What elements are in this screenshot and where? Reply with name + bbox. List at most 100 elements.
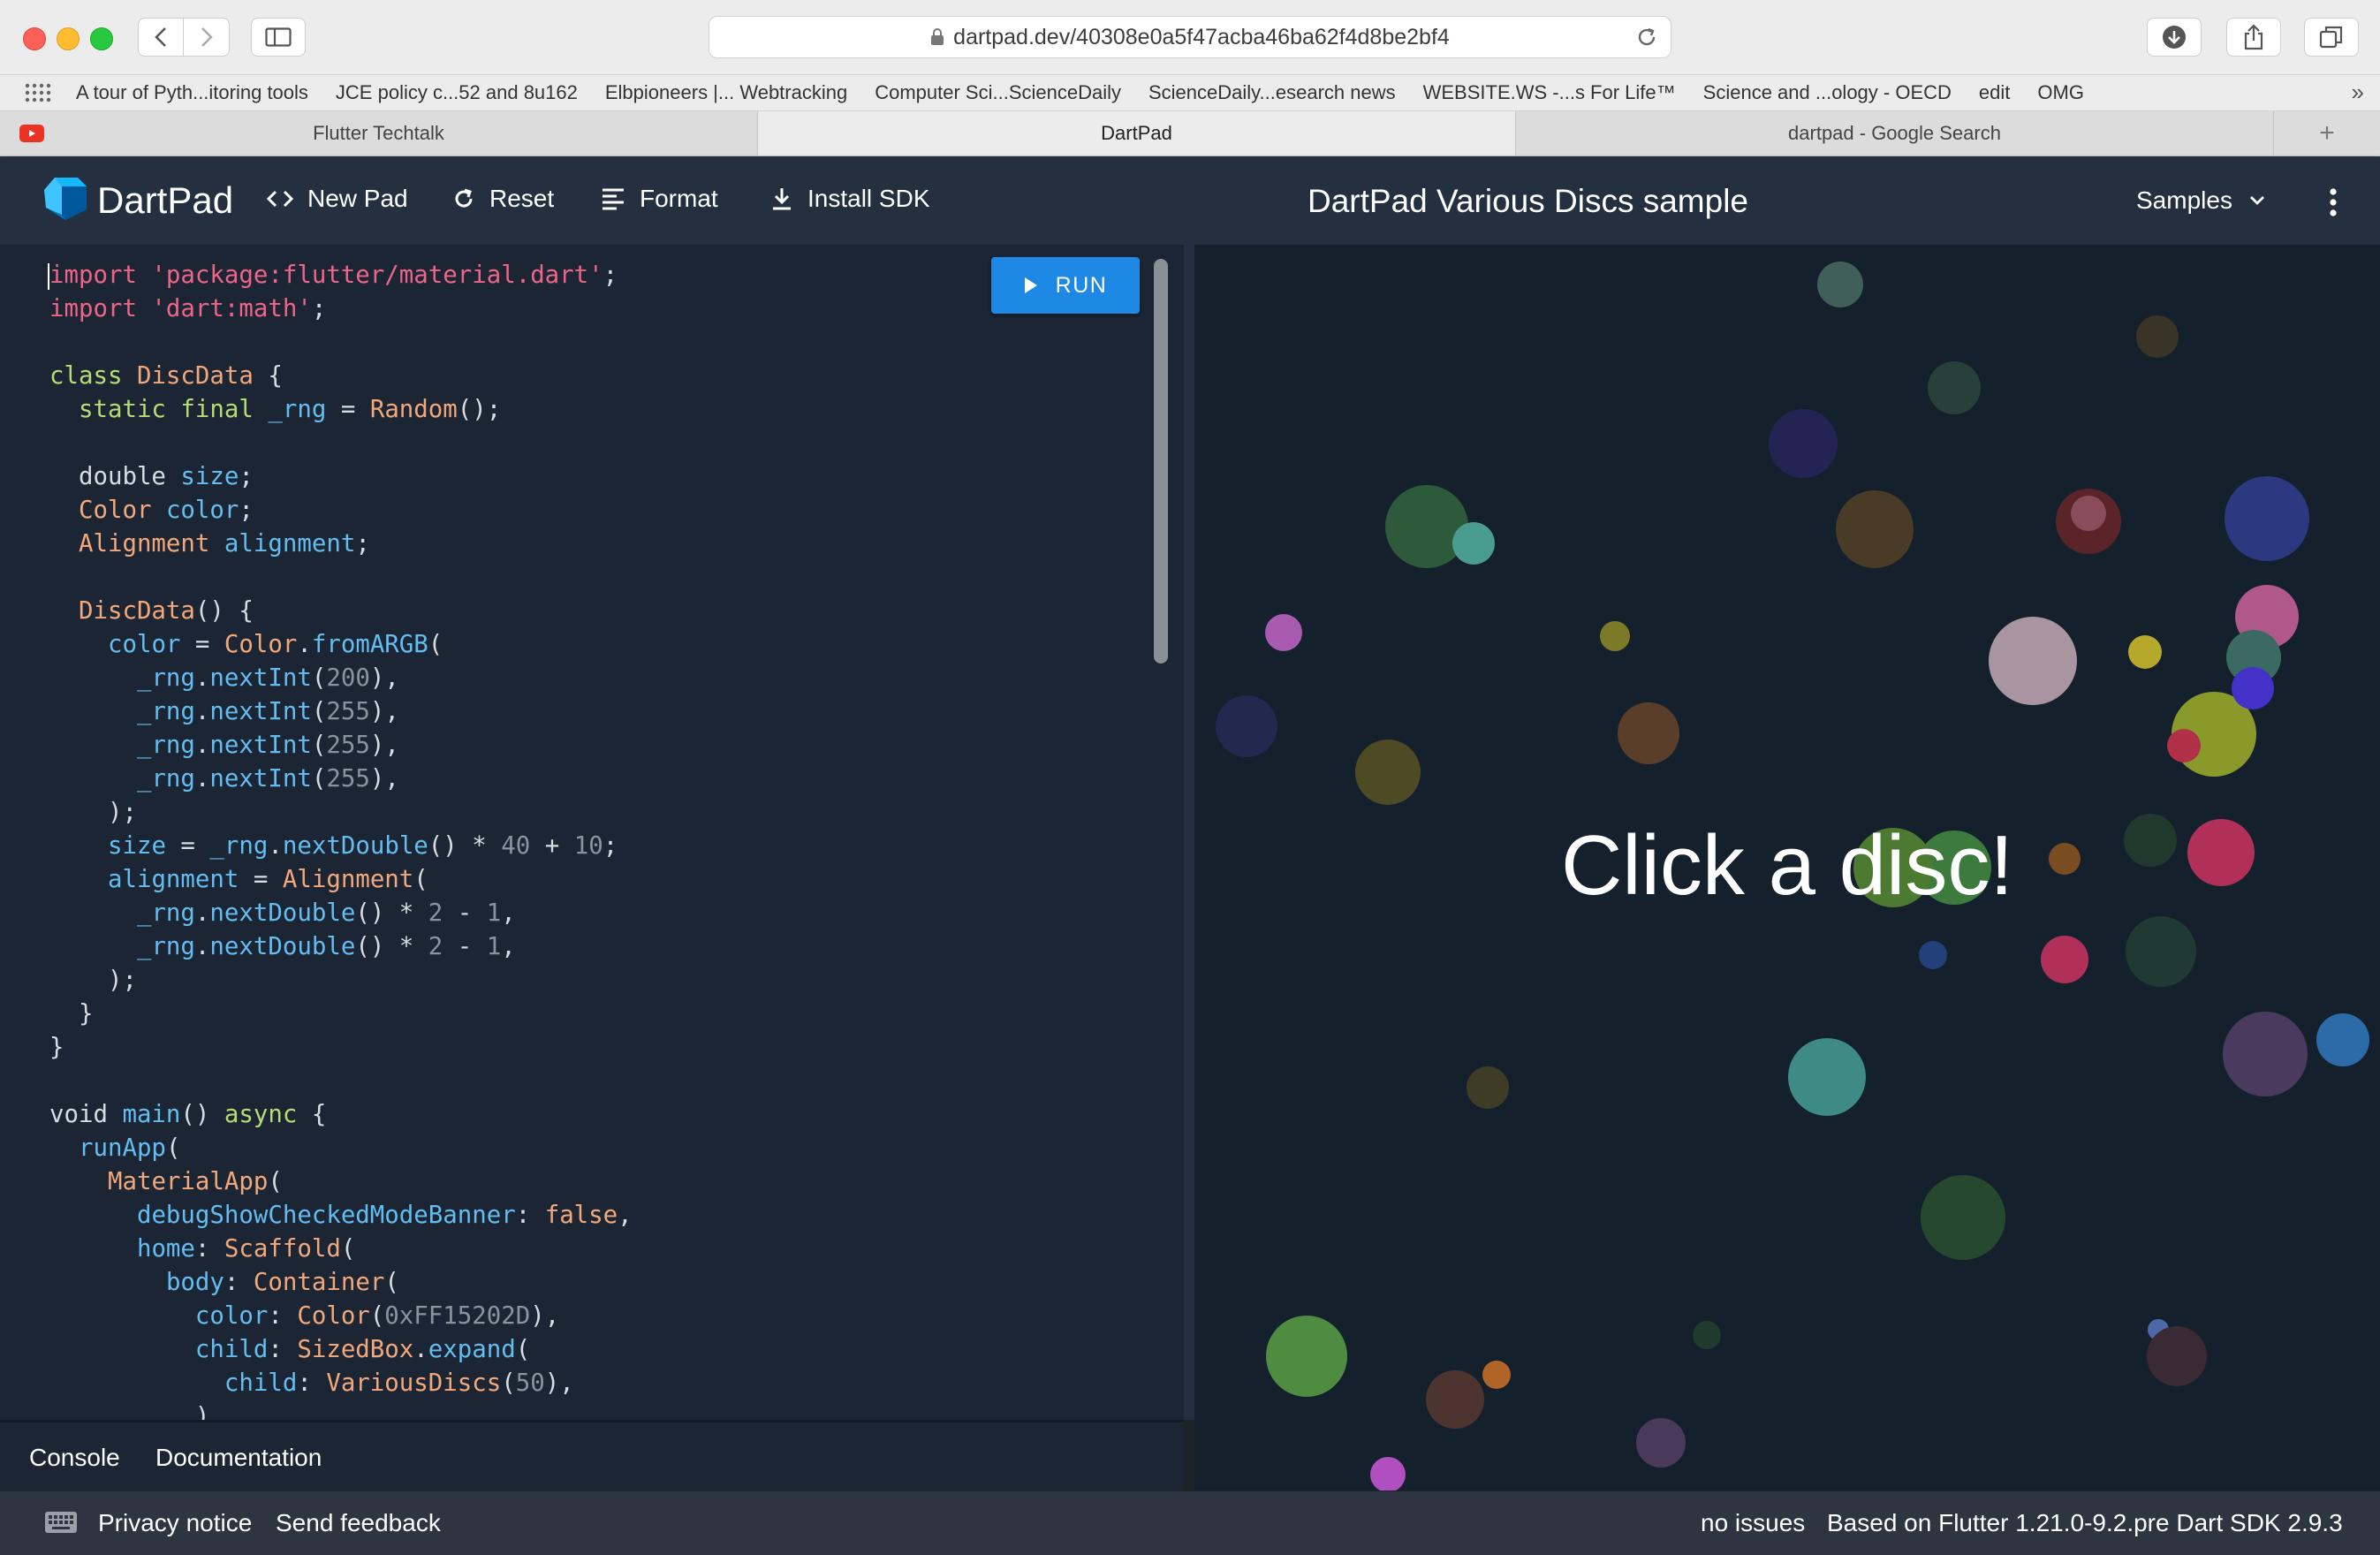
disc[interactable] [1836, 490, 1914, 568]
code-line[interactable]: child: SizedBox.expand( [49, 1333, 633, 1367]
bookmark-item[interactable]: ScienceDaily...esearch news [1148, 81, 1396, 104]
disc[interactable] [2225, 476, 2309, 561]
disc[interactable] [2232, 667, 2274, 709]
samples-dropdown[interactable]: Samples [2136, 186, 2266, 215]
back-button[interactable] [138, 18, 184, 57]
new-pad-button[interactable]: New Pad [267, 185, 408, 213]
reset-button[interactable]: Reset [452, 185, 554, 213]
disc[interactable] [1919, 941, 1947, 969]
app-title[interactable]: DartPad [97, 179, 233, 222]
code-line[interactable]: _rng.nextDouble() * 2 - 1, [49, 897, 633, 930]
code-line[interactable]: static final _rng = Random(); [49, 393, 633, 427]
privacy-notice-link[interactable]: Privacy notice [98, 1509, 252, 1537]
disc[interactable] [1216, 695, 1277, 757]
code-line[interactable]: ); [49, 796, 633, 830]
downloads-button[interactable] [2147, 18, 2202, 57]
tab-console[interactable]: Console [29, 1444, 120, 1472]
code-line[interactable]: ), [49, 1400, 633, 1420]
disc[interactable] [1769, 409, 1838, 478]
code-line[interactable]: size = _rng.nextDouble() * 40 + 10; [49, 830, 633, 863]
disc[interactable] [1265, 614, 1302, 651]
disc[interactable] [1370, 1457, 1406, 1491]
disc[interactable] [1989, 617, 2077, 705]
more-vert-icon[interactable] [2329, 188, 2338, 221]
install-sdk-button[interactable]: Install SDK [770, 185, 930, 213]
disc[interactable] [1600, 621, 1630, 651]
minimize-window-button[interactable] [57, 27, 80, 50]
code-line[interactable]: MaterialApp( [49, 1165, 633, 1199]
code-line[interactable]: class DiscData { [49, 360, 633, 393]
bookmark-item[interactable]: JCE policy c...52 and 8u162 [336, 81, 578, 104]
disc[interactable] [2071, 496, 2106, 531]
browser-tab[interactable]: dartpad - Google Search [1516, 111, 2274, 156]
forward-button[interactable] [184, 18, 230, 57]
disc[interactable] [2136, 315, 2179, 358]
code-line[interactable]: alignment = Alignment( [49, 863, 633, 897]
code-line[interactable]: color = Color.fromARGB( [49, 628, 633, 662]
address-bar[interactable]: dartpad.dev/40308e0a5f47acba46ba62f4d8be… [709, 16, 1671, 58]
disc[interactable] [1266, 1316, 1347, 1397]
code-line[interactable]: } [49, 997, 633, 1031]
bookmark-item[interactable]: edit [1979, 81, 2010, 104]
bookmark-item[interactable]: Science and ...ology - OECD [1703, 81, 1952, 104]
code-line[interactable] [49, 1065, 633, 1098]
send-feedback-link[interactable]: Send feedback [276, 1509, 441, 1537]
code-content[interactable]: import 'package:flutter/material.dart'; i… [48, 259, 633, 1420]
disc[interactable] [2316, 1013, 2369, 1066]
disc[interactable] [1693, 1321, 1721, 1349]
disc[interactable] [1618, 702, 1679, 764]
tab-overview-button[interactable] [2304, 18, 2359, 57]
code-line[interactable] [49, 326, 633, 360]
code-line[interactable] [49, 427, 633, 460]
code-editor[interactable]: import 'package:flutter/material.dart'; i… [0, 245, 1184, 1420]
bookmark-item[interactable]: Elbpioneers |... Webtracking [605, 81, 847, 104]
browser-tab-active[interactable]: DartPad [758, 111, 1516, 156]
bookmark-item[interactable]: OMG [2037, 81, 2084, 104]
code-line[interactable]: import 'dart:math'; [49, 292, 633, 326]
disc[interactable] [2147, 1326, 2207, 1386]
sidebar-toggle-button[interactable] [251, 18, 306, 57]
disc[interactable] [2041, 936, 2088, 983]
code-line[interactable]: Alignment alignment; [49, 527, 633, 561]
close-window-button[interactable] [23, 27, 46, 50]
disc[interactable] [1928, 361, 1981, 414]
code-line[interactable]: child: VariousDiscs(50), [49, 1367, 633, 1400]
code-line[interactable]: _rng.nextInt(200), [49, 662, 633, 695]
disc[interactable] [1921, 1175, 2005, 1260]
disc[interactable] [2126, 916, 2196, 987]
code-line[interactable]: } [49, 1031, 633, 1065]
disc[interactable] [1788, 1038, 1866, 1116]
code-line[interactable]: body: Container( [49, 1266, 633, 1300]
disc[interactable] [1452, 522, 1495, 565]
run-button[interactable]: RUN [991, 257, 1140, 314]
disc[interactable] [2223, 1012, 2308, 1096]
code-line[interactable]: Color color; [49, 494, 633, 527]
editor-scrollbar[interactable] [1154, 259, 1168, 664]
code-line[interactable]: DiscData() { [49, 595, 633, 628]
bookmark-item[interactable]: A tour of Pyth...itoring tools [76, 81, 308, 104]
code-line[interactable]: _rng.nextInt(255), [49, 762, 633, 796]
tab-documentation[interactable]: Documentation [155, 1444, 322, 1472]
disc[interactable] [1467, 1066, 1509, 1109]
code-line[interactable]: _rng.nextDouble() * 2 - 1, [49, 930, 633, 964]
disc[interactable] [1482, 1361, 1511, 1389]
code-line[interactable]: import 'package:flutter/material.dart'; [48, 259, 633, 292]
more-bookmarks-icon[interactable]: » [2352, 79, 2364, 106]
bookmark-item[interactable]: Computer Sci...ScienceDaily [875, 81, 1121, 104]
disc[interactable] [1636, 1418, 1686, 1468]
disc[interactable] [1426, 1370, 1484, 1429]
disc[interactable] [1817, 262, 1863, 307]
browser-tab[interactable]: Flutter Techtalk [0, 111, 758, 156]
code-line[interactable]: color: Color(0xFF15202D), [49, 1300, 633, 1333]
keyboard-icon[interactable] [44, 1511, 78, 1540]
reload-icon[interactable] [1635, 26, 1658, 55]
disc[interactable] [1355, 740, 1421, 805]
code-line[interactable]: double size; [49, 460, 633, 494]
share-button[interactable] [2226, 18, 2281, 57]
output-panel[interactable]: Click a disc! [1194, 245, 2380, 1491]
split-divider[interactable] [1184, 245, 1194, 1420]
disc[interactable] [2167, 729, 2201, 762]
code-line[interactable]: void main() async { [49, 1098, 633, 1132]
new-tab-button[interactable]: + [2274, 111, 2380, 156]
grid-icon[interactable] [25, 83, 51, 102]
